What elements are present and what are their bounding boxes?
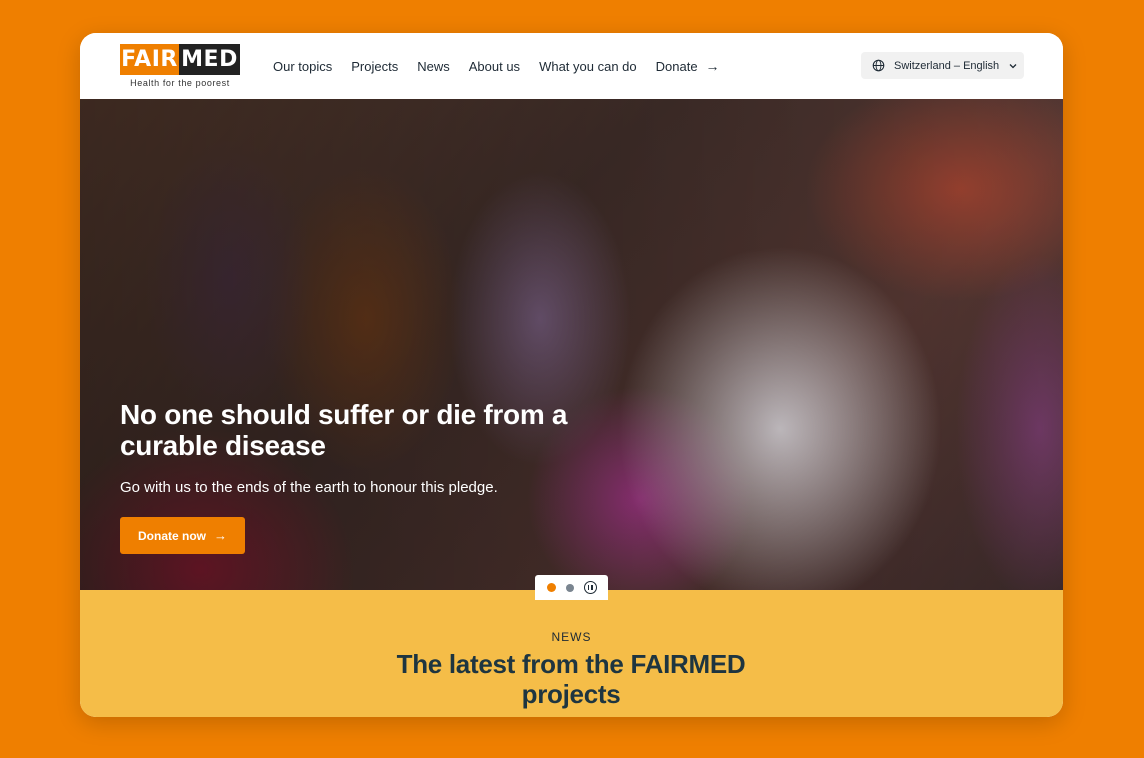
nav-label: Projects	[351, 58, 399, 74]
nav-item-about-us[interactable]: About us	[469, 59, 520, 74]
arrow-right-icon: →	[214, 528, 227, 543]
nav-label: Our topics	[273, 58, 333, 74]
nav-item-our-topics[interactable]: Our topics	[273, 59, 332, 74]
main-nav: Our topics Projects News About us What y…	[273, 33, 739, 99]
site-header: FAIR MED Health for the poorest Our topi…	[80, 33, 1063, 99]
logo-tagline: Health for the poorest	[130, 78, 230, 88]
nav-item-what-you-can-do[interactable]: What you can do	[539, 59, 637, 74]
chevron-down-icon	[1009, 63, 1017, 68]
arrow-right-icon: →	[705, 58, 720, 74]
nav-label: Donate	[655, 58, 698, 74]
news-title: The latest from the FAIRMED projects	[396, 649, 746, 709]
logo-med: MED	[179, 44, 240, 75]
browser-frame: FAIR MED Health for the poorest Our topi…	[80, 33, 1063, 717]
language-selector[interactable]: Switzerland – English	[861, 52, 1024, 79]
nav-item-projects[interactable]: Projects	[351, 59, 398, 74]
logo-fair: FAIR	[120, 44, 179, 75]
news-section: NEWS The latest from the FAIRMED project…	[80, 590, 1063, 717]
slide-dot-2[interactable]	[565, 583, 574, 592]
hero-banner: No one should suffer or die from a curab…	[80, 99, 1063, 590]
donate-now-label: Donate now	[138, 528, 206, 543]
globe-icon	[872, 59, 885, 72]
nav-item-news[interactable]: News	[417, 59, 450, 74]
pause-icon[interactable]	[583, 581, 597, 594]
nav-label: News	[417, 58, 450, 74]
hero-subtitle: Go with us to the ends of the earth to h…	[120, 479, 498, 496]
language-label: Switzerland – English	[894, 59, 1000, 72]
slider-controls	[535, 575, 608, 600]
fairmed-logo[interactable]: FAIR MED Health for the poorest	[120, 44, 240, 88]
hero-title: No one should suffer or die from a curab…	[120, 399, 568, 461]
slide-dot-1[interactable]	[546, 583, 556, 592]
nav-label: What you can do	[539, 58, 637, 74]
donate-now-button[interactable]: Donate now →	[120, 517, 245, 554]
news-eyebrow: NEWS	[551, 630, 592, 644]
logo-wordmark: FAIR MED	[120, 44, 240, 75]
nav-item-donate[interactable]: Donate →	[656, 58, 720, 74]
nav-label: About us	[468, 58, 521, 74]
